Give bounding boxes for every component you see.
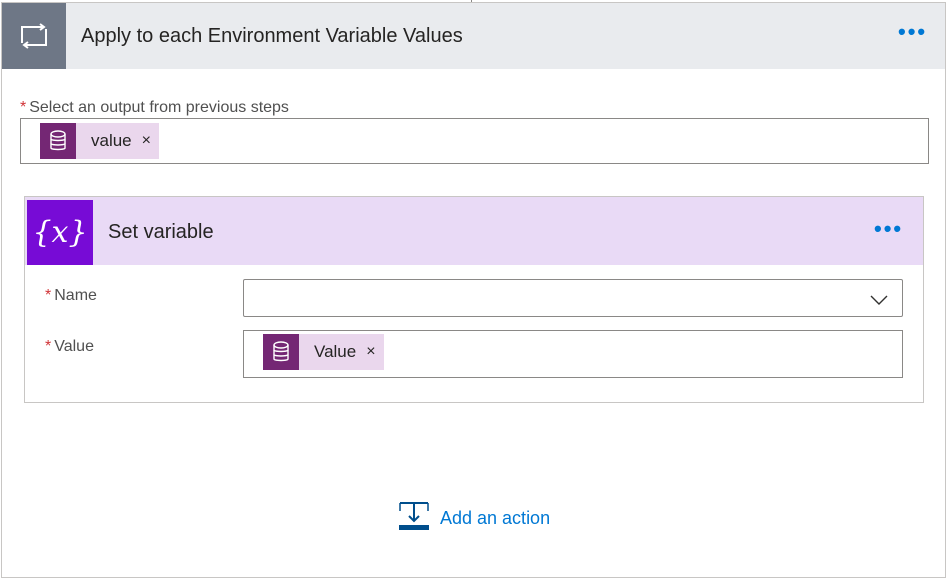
token-label: value [91, 131, 132, 150]
variable-icon-glyph: {x} [32, 215, 88, 250]
loop-arrows-icon [2, 3, 66, 69]
set-variable-card: {x} Set variable ••• * Name * Value Valu… [24, 196, 924, 403]
select-output-label: * Select an output from previous steps [20, 99, 289, 117]
value-label-text: Value [54, 338, 94, 355]
loop-title: Apply to each Environment Variable Value… [81, 25, 463, 47]
token-label: Value [314, 342, 357, 361]
insert-step-icon [398, 500, 430, 537]
token-remove-button[interactable]: × [142, 132, 151, 150]
value-label: * Value [45, 338, 94, 356]
database-icon [263, 334, 299, 370]
database-icon [40, 123, 76, 159]
loop-more-button[interactable]: ••• [898, 21, 927, 43]
add-an-action-label: Add an action [440, 508, 551, 528]
name-label-text: Name [54, 287, 97, 304]
loop-header[interactable]: Apply to each Environment Variable Value… [2, 3, 945, 69]
name-label: * Name [45, 287, 97, 305]
select-output-label-text: Select an output from previous steps [29, 99, 289, 116]
add-an-action-button[interactable]: Add an action [398, 500, 550, 537]
set-variable-more-button[interactable]: ••• [874, 218, 903, 240]
variable-icon: {x} [27, 200, 93, 265]
select-output-field[interactable]: value × [20, 118, 929, 164]
required-marker: * [20, 99, 27, 116]
chevron-down-icon[interactable] [870, 292, 888, 310]
dynamic-content-token[interactable]: Value × [263, 334, 384, 370]
value-field[interactable]: Value × [243, 330, 903, 378]
token-remove-button[interactable]: × [366, 343, 375, 361]
apply-to-each-card: Apply to each Environment Variable Value… [1, 2, 946, 578]
required-marker: * [45, 338, 52, 355]
set-variable-header[interactable]: {x} Set variable ••• [25, 197, 923, 265]
required-marker: * [45, 287, 52, 304]
set-variable-title: Set variable [108, 221, 214, 243]
name-dropdown[interactable] [243, 279, 903, 317]
dynamic-content-token[interactable]: value × [40, 123, 159, 159]
